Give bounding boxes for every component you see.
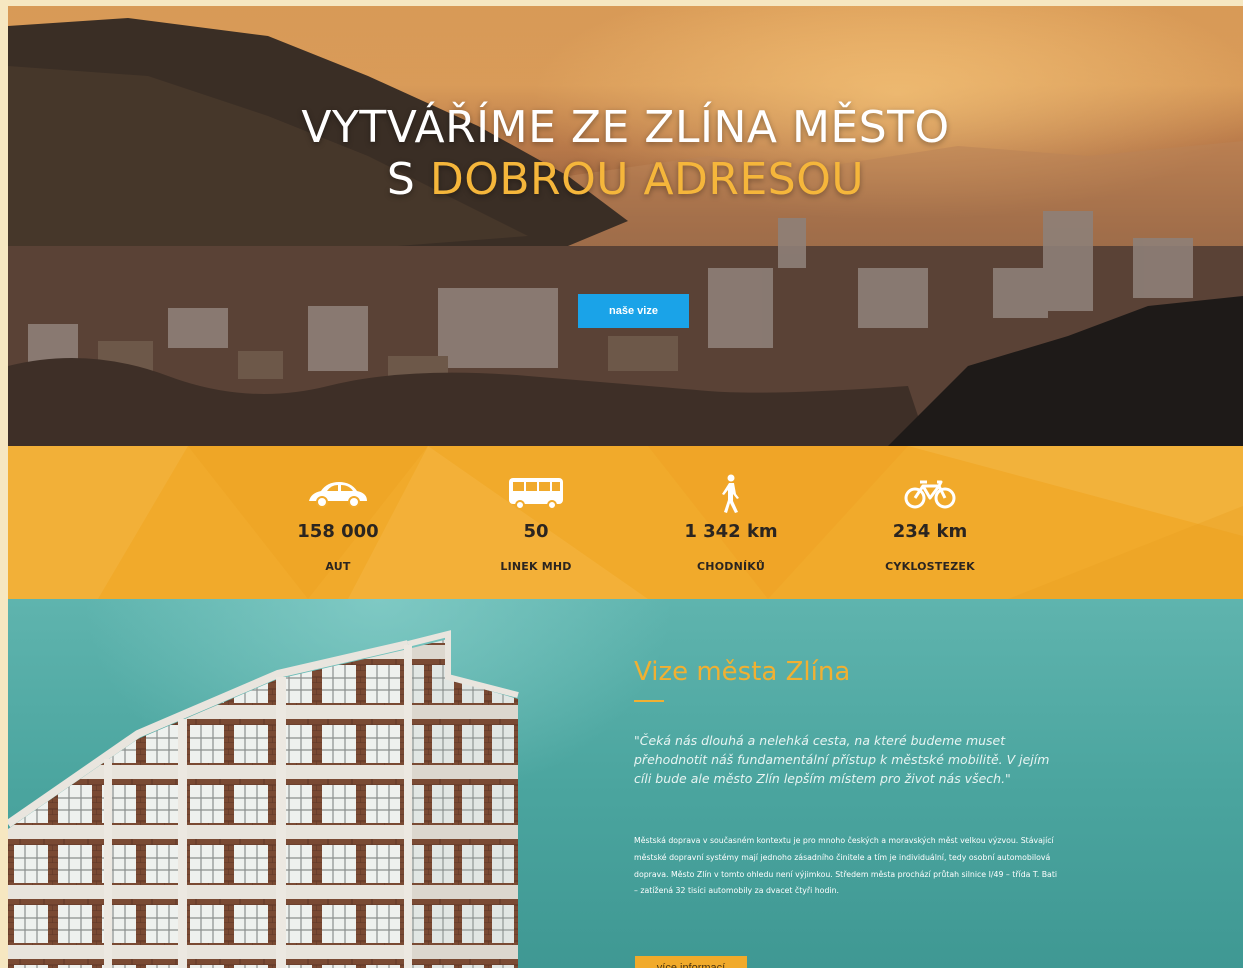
stat-sidewalks-label: CHODNÍKŮ [697, 560, 765, 573]
hero-title-prefix: S [386, 154, 430, 205]
bicycle-icon [850, 474, 1010, 514]
pedestrian-icon [651, 474, 811, 514]
stat-cycle-paths-value: 234 km [892, 521, 968, 542]
stat-bus-lines: 50 LINEK MHD [456, 446, 616, 599]
car-icon [258, 474, 418, 514]
stat-cycle-paths: 234 km CYKLOSTEZEK [850, 446, 1010, 599]
page: VYTVÁŘÍME ZE ZLÍNA MĚSTO S DOBROU ADRESO… [8, 6, 1243, 968]
stat-cars-value: 158 000 [297, 521, 379, 542]
stat-sidewalks: 1 342 km CHODNÍKŮ [651, 446, 811, 599]
hero-section: VYTVÁŘÍME ZE ZLÍNA MĚSTO S DOBROU ADRESO… [8, 6, 1243, 446]
vision-section: Vize města Zlína "Čeká nás dlouhá a nele… [8, 599, 1243, 968]
stat-cycle-paths-label: CYKLOSTEZEK [885, 560, 975, 573]
our-vision-button[interactable]: naše vize [578, 294, 689, 328]
stat-cars-label: AUT [325, 560, 351, 573]
more-info-button[interactable]: více informací [635, 956, 747, 968]
vision-title-underline [634, 700, 664, 702]
hero-title-highlight: DOBROU ADRESOU [429, 154, 865, 205]
hero-title-line1: VYTVÁŘÍME ZE ZLÍNA MĚSTO [301, 102, 950, 153]
stats-section: 158 000 AUT 50 LINEK MHD 1 342 km CHODNÍ… [8, 446, 1243, 599]
stats-background-pattern [8, 446, 1243, 599]
stat-sidewalks-value: 1 342 km [684, 521, 778, 542]
vision-body-text: Městská doprava v současném kontextu je … [634, 836, 1058, 896]
bus-icon [456, 474, 616, 514]
stat-bus-lines-label: LINEK MHD [500, 560, 572, 573]
hero-title: VYTVÁŘÍME ZE ZLÍNA MĚSTO S DOBROU ADRESO… [8, 102, 1243, 206]
hero-city-background [8, 6, 1243, 446]
building-photo [8, 630, 519, 968]
stat-cars: 158 000 AUT [258, 446, 418, 599]
stat-bus-lines-value: 50 [523, 521, 549, 542]
vision-quote: "Čeká nás dlouhá a nelehká cesta, na kte… [634, 733, 1050, 786]
vision-title: Vize města Zlína [634, 657, 851, 687]
